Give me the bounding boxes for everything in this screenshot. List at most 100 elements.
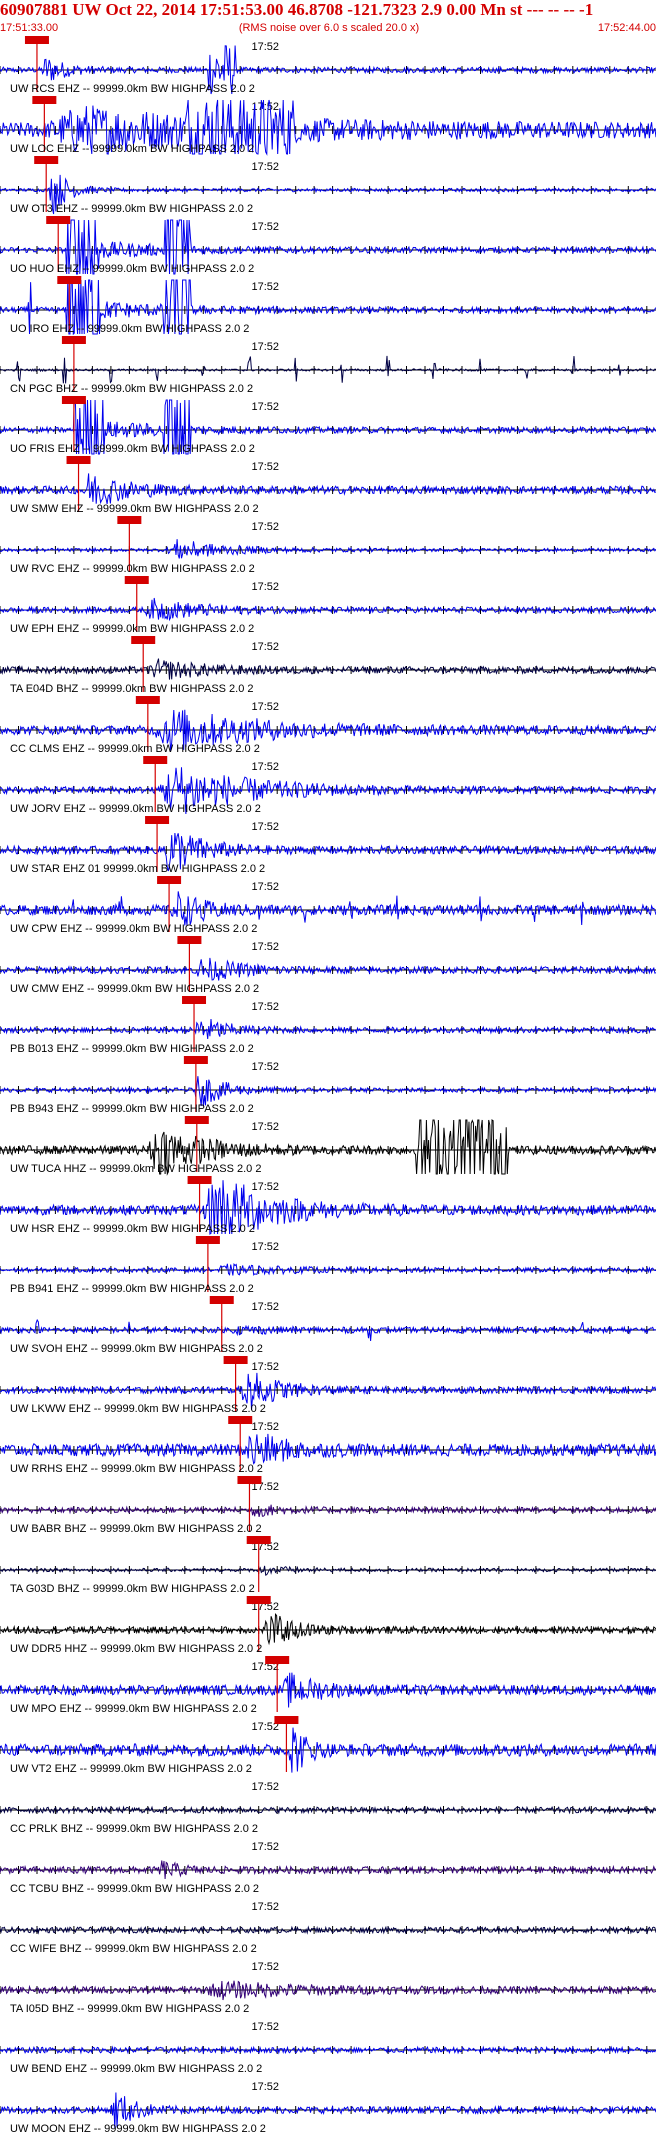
minute-label: 17:52 [251,1901,279,1913]
station-label: UO FRIS EHZ -- 99999.0km BW HIGHPASS 2.0… [10,443,255,455]
pick-marker [228,1416,253,1424]
pick-marker [265,1656,290,1664]
pick-marker [117,516,142,524]
minute-label: 17:52 [251,881,279,893]
station-label: TA I05D BHZ -- 99999.0km BW HIGHPASS 2.0… [10,2003,249,2015]
pick-marker [66,456,91,464]
station-label: TA G03D BHZ -- 99999.0km BW HIGHPASS 2.0… [10,1583,255,1595]
pick-marker [145,816,170,824]
pick-marker [223,1356,248,1364]
pick-marker [246,1596,271,1604]
station-label: UW EPH EHZ -- 99999.0km BW HIGHPASS 2.0 … [10,623,254,635]
waveform [0,957,656,981]
pick-marker [274,1716,299,1724]
pick-marker [32,96,57,104]
minute-label: 17:52 [251,641,279,653]
pick-marker [143,756,168,764]
pick-marker [237,1476,262,1484]
station-label: UW STAR EHZ 01 99999.0km BW HIGHPASS 2.0… [10,863,265,875]
trace-row: 17:52 PB B941 EHZ -- 99999.0km BW HIGHPAS… [0,1236,656,1295]
end-time-label: 17:52:44.00 [597,22,656,34]
pick-marker [34,156,59,164]
trace-row: 17:52UW BABR BHZ -- 99999.0km BW HIGHPAS… [0,1476,656,1535]
trace-row: 17:52 PB B013 EHZ -- 99999.0km BW HIGHPAS… [0,996,656,1055]
trace-row: 17:52 UW BEND EHZ -- 99999.0km BW HIGHPAS… [0,2021,656,2075]
minute-label: 17:52 [251,41,279,53]
pick-marker [209,1296,234,1304]
trace-row: 17:52 CC WIFE BHZ -- 99999.0km BW HIGHPAS… [0,1901,656,1955]
station-label: PB B013 EHZ -- 99999.0km BW HIGHPASS 2.0… [10,1043,254,1055]
trace-row: 17:52 UW HSR EHZ -- 99999.0km BW HIGHPASS… [0,1176,656,1235]
trace-row: 17:52 UO IRO EHZ -- 99999.0km BW HIGHPASS… [0,276,656,336]
pick-marker [183,1056,208,1064]
station-label: UW OT3 EHZ -- 99999.0km BW HIGHPASS 2.0 … [10,203,253,215]
station-label: UW RRHS EHZ -- 99999.0km BW HIGHPASS 2.0… [10,1463,263,1475]
waveform [0,891,656,926]
waveform [0,1504,656,1518]
minute-label: 17:52 [251,401,279,413]
minute-label: 17:52 [251,1961,279,1973]
pick-marker [195,1236,220,1244]
plot-header: 60907881 UW Oct 22, 2014 17:51:53.00 46.… [0,0,656,36]
pick-marker [61,396,86,404]
trace-row: 17:52 UW RCS EHZ -- 99999.0km BW HIGHPASS… [0,36,656,95]
minute-label: 17:52 [251,1361,279,1373]
pick-marker [187,1176,212,1184]
minute-label: 17:52 [251,161,279,173]
station-label: UO IRO EHZ -- 99999.0km BW HIGHPASS 2.0 … [10,323,249,335]
pick-marker [184,1116,209,1124]
station-label: UW CMW EHZ -- 99999.0km BW HIGHPASS 2.0 … [10,983,259,995]
trace-row: 17:52 UO FRIS EHZ -- 99999.0km BW HIGHPAS… [0,396,656,455]
trace-row: 17:52 UW CMW EHZ -- 99999.0km BW HIGHPASS… [0,936,656,995]
trace-row: 17:52 CC CLMS EHZ -- 99999.0km BW HIGHPAS… [0,696,656,755]
trace-row: 17:52 UW CPW EHZ -- 99999.0km BW HIGHPASS… [0,876,656,935]
station-label: UW RCS EHZ -- 99999.0km BW HIGHPASS 2.0 … [10,83,255,95]
station-label: UW SMW EHZ -- 99999.0km BW HIGHPASS 2.0 … [10,503,259,515]
waveform [0,1018,656,1040]
trace-row: 17:52 PB B943 EHZ -- 99999.0km BW HIGHPAS… [0,1056,656,1115]
seismogram-traces: 17:52 UW RCS EHZ -- 99999.0km BW HIGHPASS… [0,36,656,2135]
station-label: UW DDR5 HHZ -- 99999.0km BW HIGHPASS 2.0… [10,1643,262,1655]
trace-row: 17:52TA G03D BHZ -- 99999.0km BW HIGHPAS… [0,1536,656,1595]
minute-label: 17:52 [251,1001,279,1013]
minute-label: 17:52 [251,1421,279,1433]
trace-row: 17:52 UW STAR EHZ 01 99999.0km BW HIGHPAS… [0,816,656,875]
minute-label: 17:52 [251,221,279,233]
station-label: UW JORV EHZ -- 99999.0km BW HIGHPASS 2.0… [10,803,261,815]
minute-label: 17:52 [251,701,279,713]
trace-row: 17:52UW DDR5 HHZ -- 99999.0km BW HIGHPAS… [0,1596,656,1655]
station-label: UW MPO EHZ -- 99999.0km BW HIGHPASS 2.0 … [10,1703,257,1715]
pick-marker [24,36,49,44]
minute-label: 17:52 [251,461,279,473]
event-title: 60907881 UW Oct 22, 2014 17:51:53.00 46.… [0,0,594,19]
trace-row: 17:52UW MPO EHZ -- 99999.0km BW HIGHPASS… [0,1656,656,1715]
station-label: UW CPW EHZ -- 99999.0km BW HIGHPASS 2.0 … [10,923,257,935]
trace-row: 17:52 UW LOC EHZ -- 99999.0km BW HIGHPASS… [0,96,656,156]
trace-row: 17:52 UW RRHS EHZ -- 99999.0km BW HIGHPAS… [0,1416,656,1475]
pick-marker [61,336,86,344]
waveform [0,1612,656,1646]
minute-label: 17:52 [251,2081,279,2093]
trace-row: 17:52 TA E04D BHZ -- 99999.0km BW HIGHPAS… [0,636,656,695]
trace-row: 17:52 TA I05D BHZ -- 99999.0km BW HIGHPAS… [0,1961,656,2015]
trace-row: 17:52 UW MOON EHZ -- 99999.0km BW HIGHPAS… [0,2081,656,2135]
minute-label: 17:52 [251,1121,279,1133]
station-label: UW RVC EHZ -- 99999.0km BW HIGHPASS 2.0 … [10,563,255,575]
minute-label: 17:52 [251,941,279,953]
pick-marker [135,696,160,704]
minute-label: 17:52 [251,821,279,833]
station-label: UW BABR BHZ -- 99999.0km BW HIGHPASS 2.0… [10,1523,262,1535]
trace-row: 17:52 UW SMW EHZ -- 99999.0km BW HIGHPASS… [0,456,656,515]
waveform [0,1565,656,1576]
trace-row: 17:52 UO HUO EHZ -- 99999.0km BW HIGHPASS… [0,216,656,275]
minute-label: 17:52 [251,1301,279,1313]
pick-marker [182,996,207,1004]
trace-row: 17:52UW VT2 EHZ -- 99999.0km BW HIGHPASS… [0,1716,656,1775]
minute-label: 17:52 [251,101,279,113]
station-label: PB B943 EHZ -- 99999.0km BW HIGHPASS 2.0… [10,1103,254,1115]
trace-row: 17:52 UW TUCA HHZ -- 99999.0km BW HIGHPAS… [0,1116,656,1176]
station-label: PB B941 EHZ -- 99999.0km BW HIGHPASS 2.0… [10,1283,254,1295]
station-label: UW LOC EHZ -- 99999.0km BW HIGHPASS 2.0 … [10,143,254,155]
trace-row: 17:52 CN PGC BHZ -- 99999.0km BW HIGHPASS… [0,336,656,395]
station-label: CN PGC BHZ -- 99999.0km BW HIGHPASS 2.0 … [10,383,253,395]
